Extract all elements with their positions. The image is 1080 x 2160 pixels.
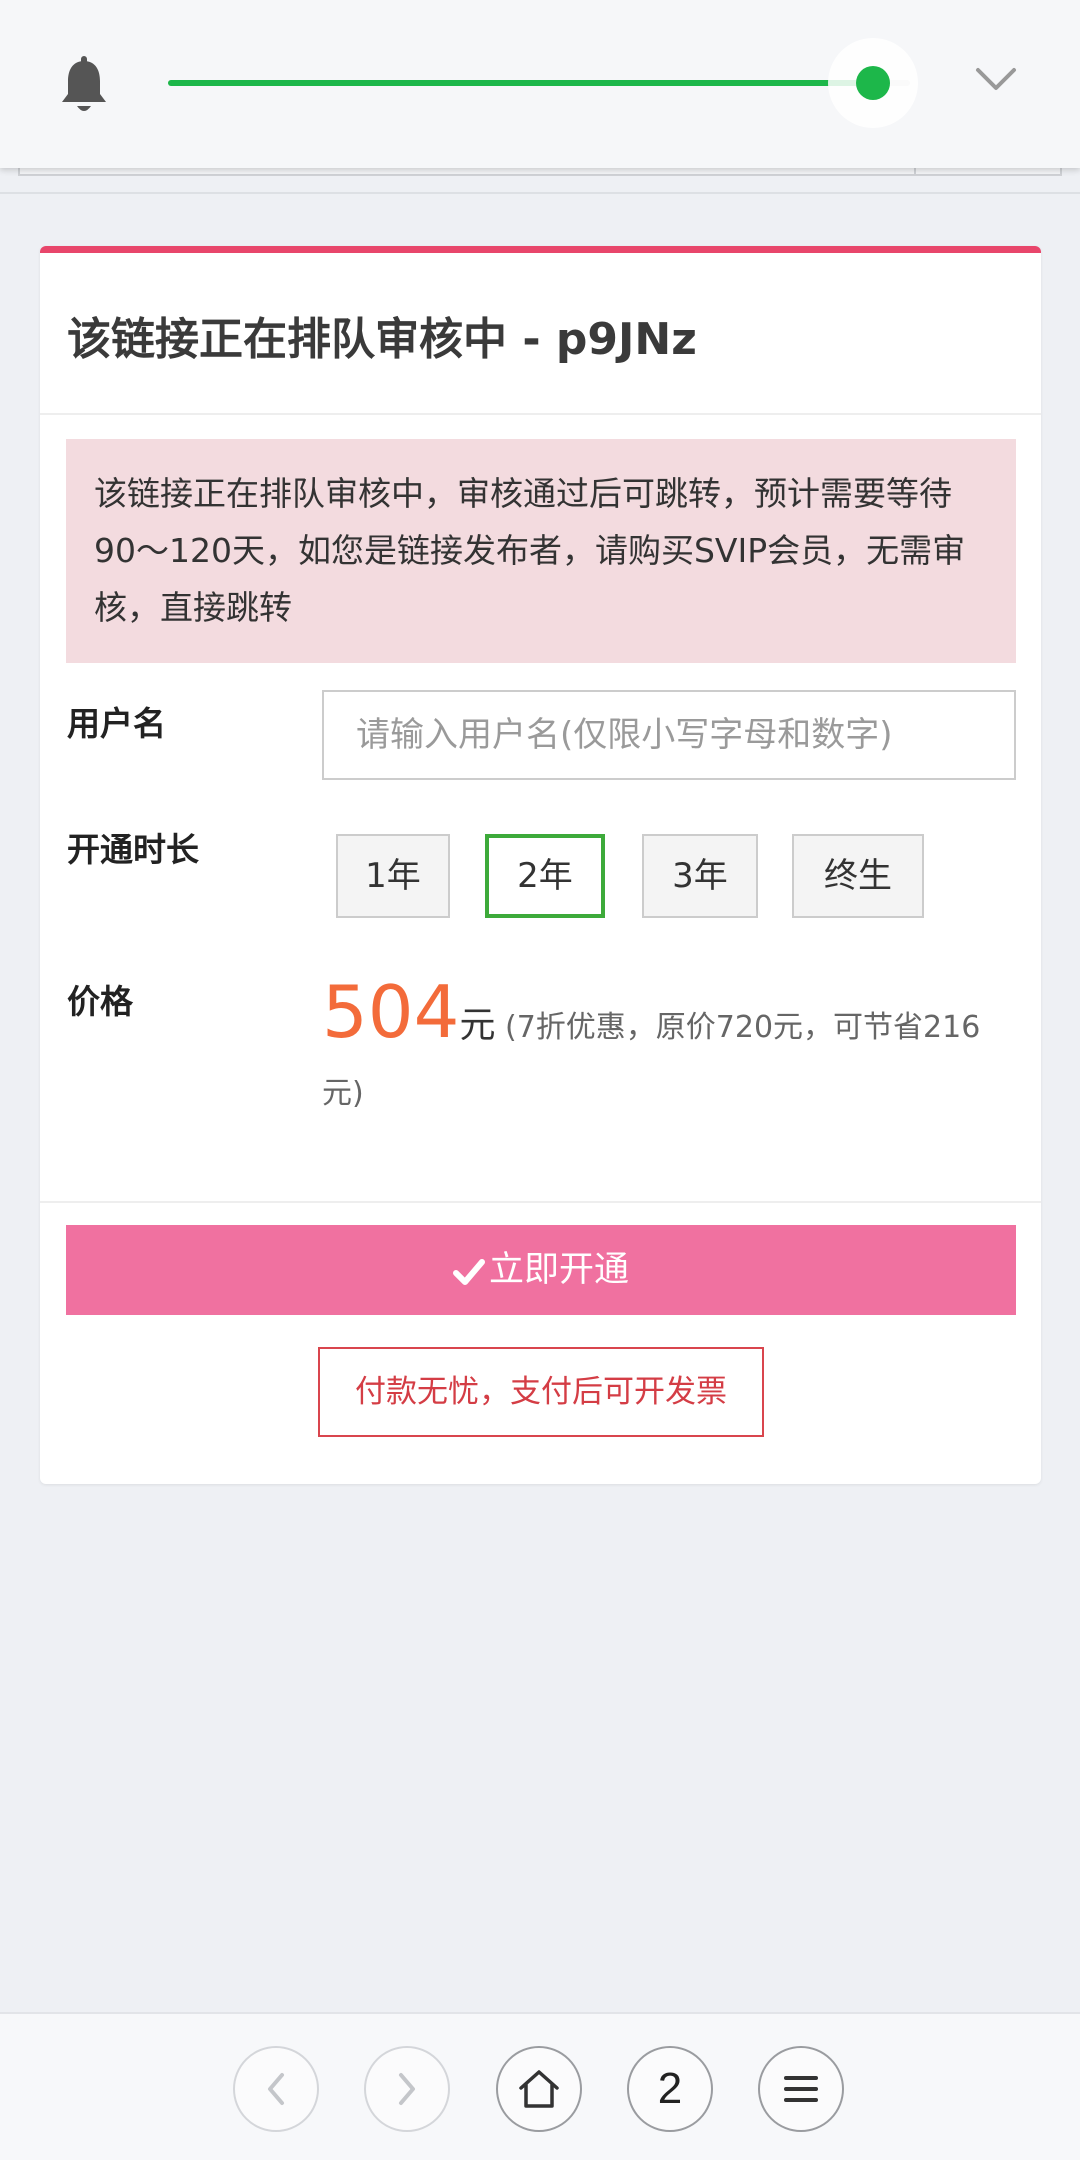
chevron-down-icon[interactable]	[974, 64, 1018, 94]
duration-option-lifetime[interactable]: 终生	[792, 834, 924, 918]
duration-label: 开通时长	[67, 830, 199, 869]
duration-option-2y[interactable]: 2年	[485, 834, 605, 918]
home-button[interactable]	[496, 2046, 582, 2132]
price-unit: 元	[459, 1005, 496, 1046]
price-value: 504	[322, 970, 460, 1054]
browser-bottom-nav: 2	[0, 2012, 1080, 2160]
duration-option-3y[interactable]: 3年	[642, 834, 758, 918]
username-label: 用户名	[67, 704, 166, 743]
forward-button[interactable]	[364, 2046, 450, 2132]
price-display: 504元 (7折优惠，原价720元，可节省216元)	[322, 976, 1022, 1127]
home-icon	[519, 2070, 559, 2108]
activate-button-label: 立即开通	[488, 1250, 629, 1290]
tabs-button[interactable]: 2	[627, 2046, 713, 2132]
back-button[interactable]	[233, 2046, 319, 2132]
invoice-notice: 付款无忧，支付后可开发票	[318, 1347, 764, 1437]
username-input[interactable]	[322, 690, 1016, 780]
title-divider	[40, 413, 1041, 415]
volume-slider-fill	[168, 80, 873, 86]
page-title: 该链接正在排队审核中 - p9JNz	[67, 314, 697, 365]
activate-button[interactable]: 立即开通	[66, 1225, 1016, 1315]
check-icon	[452, 1259, 485, 1285]
alert-message: 该链接正在排队审核中，审核通过后可跳转，预计需要等待90～120天，如您是链接发…	[66, 439, 1016, 663]
menu-button[interactable]	[758, 2046, 844, 2132]
price-label: 价格	[67, 982, 133, 1021]
duration-option-1y[interactable]: 1年	[336, 834, 450, 918]
volume-slider-knob[interactable]	[855, 66, 890, 100]
back-icon	[268, 2073, 284, 2105]
tabs-count: 2	[657, 2064, 683, 2113]
page-divider	[0, 192, 1080, 194]
bell-icon[interactable]	[60, 56, 108, 116]
notification-bar	[0, 0, 1080, 168]
volume-slider[interactable]	[168, 38, 918, 128]
review-card: 该链接正在排队审核中 - p9JNz 该链接正在排队审核中，审核通过后可跳转，预…	[40, 246, 1041, 1484]
menu-icon	[784, 2076, 818, 2102]
forward-icon	[399, 2073, 415, 2105]
form-divider	[40, 1201, 1041, 1203]
